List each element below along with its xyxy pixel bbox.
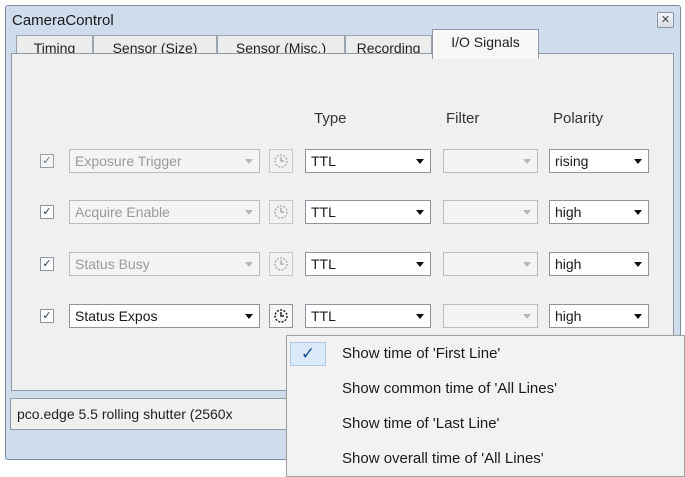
menu-item-common-time-all-lines[interactable]: Show common time of 'All Lines' (287, 374, 684, 404)
check-icon: ✓ (290, 342, 326, 366)
polarity-select[interactable]: high (549, 200, 649, 224)
chevron-down-icon (416, 159, 424, 164)
polarity-select[interactable]: high (549, 304, 649, 328)
column-header-type: Type (314, 110, 347, 127)
column-header-filter: Filter (446, 110, 480, 127)
chevron-down-icon (245, 314, 253, 319)
clock-timing-icon (274, 257, 288, 271)
window-title: CameraControl (12, 12, 114, 29)
timing-options-button[interactable] (269, 252, 293, 276)
filter-select[interactable] (443, 200, 538, 224)
close-icon: ✕ (660, 14, 671, 26)
signal-select[interactable]: Status Busy (69, 252, 260, 276)
column-header-polarity: Polarity (553, 110, 604, 127)
signal-select[interactable]: Acquire Enable (69, 200, 260, 224)
chevron-down-icon (634, 210, 642, 215)
type-select[interactable]: TTL (305, 200, 431, 224)
title-bar: CameraControl ✕ (6, 6, 680, 36)
chevron-down-icon (523, 314, 531, 319)
timing-options-button[interactable] (269, 149, 293, 173)
chevron-down-icon (634, 159, 642, 164)
row-enable-checkbox[interactable]: ✓ (40, 257, 54, 271)
timing-options-button[interactable] (269, 200, 293, 224)
chevron-down-icon (416, 262, 424, 267)
menu-item-overall-time-all-lines[interactable]: Show overall time of 'All Lines' (287, 444, 684, 474)
polarity-select[interactable]: rising (549, 149, 649, 173)
clock-timing-icon (274, 309, 288, 323)
row-enable-checkbox[interactable]: ✓ (40, 309, 54, 323)
chevron-down-icon (416, 210, 424, 215)
signal-select[interactable]: Status Expos (69, 304, 260, 328)
clock-timing-icon (274, 154, 288, 168)
chevron-down-icon (416, 314, 424, 319)
signal-select[interactable]: Exposure Trigger (69, 149, 260, 173)
polarity-select[interactable]: high (549, 252, 649, 276)
chevron-down-icon (245, 210, 253, 215)
menu-item-last-line[interactable]: Show time of 'Last Line' (287, 409, 684, 439)
menu-item-first-line[interactable]: ✓ Show time of 'First Line' (287, 339, 684, 369)
type-select[interactable]: TTL (305, 252, 431, 276)
chevron-down-icon (634, 262, 642, 267)
chevron-down-icon (523, 210, 531, 215)
chevron-down-icon (523, 159, 531, 164)
filter-select[interactable] (443, 252, 538, 276)
row-enable-checkbox[interactable]: ✓ (40, 205, 54, 219)
timing-options-button[interactable] (269, 304, 293, 328)
chevron-down-icon (245, 262, 253, 267)
filter-select[interactable] (443, 304, 538, 328)
close-button[interactable]: ✕ (657, 12, 674, 28)
row-enable-checkbox[interactable]: ✓ (40, 154, 54, 168)
type-select[interactable]: TTL (305, 304, 431, 328)
chevron-down-icon (634, 314, 642, 319)
timing-context-menu: ✓ Show time of 'First Line' Show common … (286, 335, 685, 477)
chevron-down-icon (245, 159, 253, 164)
chevron-down-icon (523, 262, 531, 267)
clock-timing-icon (274, 205, 288, 219)
filter-select[interactable] (443, 149, 538, 173)
tab-io-signals[interactable]: I/O Signals (432, 29, 539, 59)
type-select[interactable]: TTL (305, 149, 431, 173)
